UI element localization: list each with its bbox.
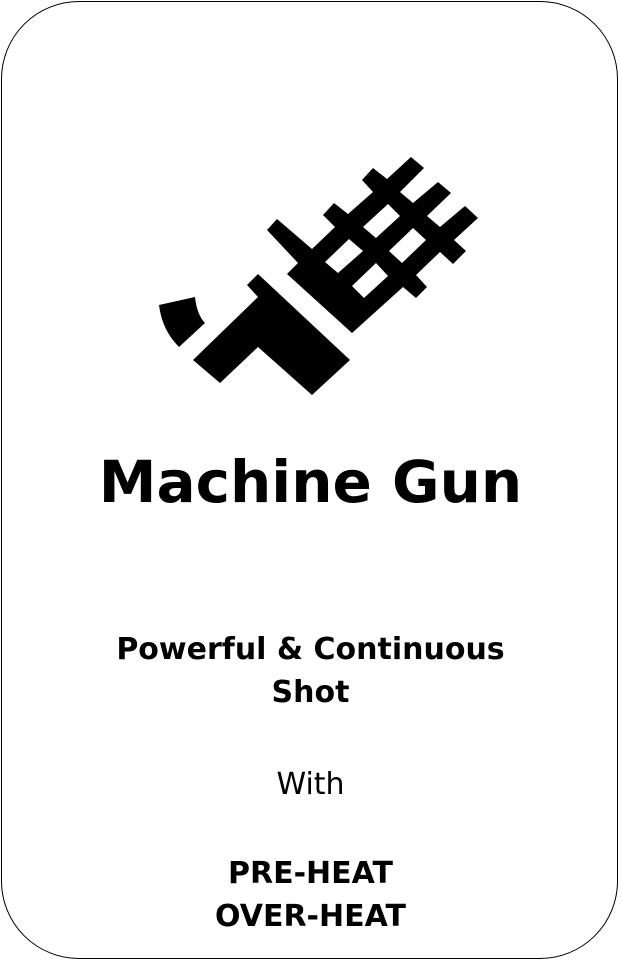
feature-pre-heat: PRE-HEAT [228, 856, 393, 891]
machine-gun-icon [159, 157, 478, 395]
feature-over-heat: OVER-HEAT [215, 899, 406, 934]
card-title: Machine Gun [98, 448, 523, 516]
connector-text: With [276, 767, 345, 802]
description-line-2: Shot [271, 675, 350, 710]
description-line-1: Powerful & Continuous [116, 632, 505, 667]
